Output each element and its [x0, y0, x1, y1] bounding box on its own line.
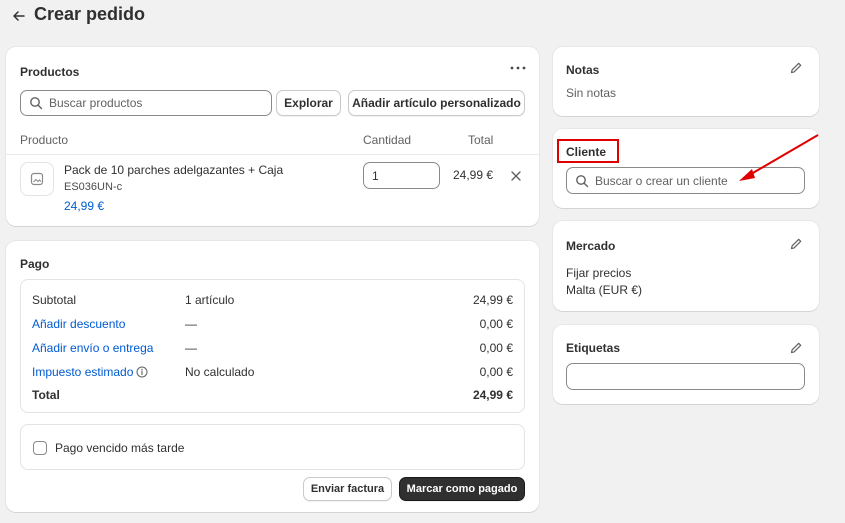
summary-detail-subtotal: 1 artículo	[185, 293, 235, 307]
column-header-product: Producto	[20, 133, 69, 147]
product-thumbnail	[20, 162, 54, 196]
product-sku: ES036UN-c	[64, 181, 123, 193]
back-button[interactable]	[10, 7, 28, 25]
tags-title: Etiquetas	[566, 341, 621, 355]
market-card: Mercado Fijar precios Malta (EUR €)	[553, 221, 819, 311]
column-header-quantity: Cantidad	[363, 133, 412, 147]
tags-input[interactable]	[566, 363, 805, 390]
search-icon	[576, 174, 589, 187]
line-total: 24,99 €	[453, 168, 494, 182]
summary-label-total: Total	[32, 388, 60, 402]
send-invoice-button[interactable]: Enviar factura	[303, 477, 392, 501]
customer-title: Cliente	[566, 145, 607, 159]
remove-item-button[interactable]	[509, 169, 523, 183]
products-card: Productos Buscar productos Explorar Añad…	[6, 47, 539, 226]
product-name: Pack de 10 parches adelgazantes + Caja	[64, 163, 284, 177]
search-icon	[30, 97, 43, 110]
notes-value: Sin notas	[566, 86, 617, 100]
page-title: Crear pedido	[34, 4, 146, 24]
products-divider	[6, 154, 539, 155]
arrow-left-icon	[13, 11, 25, 21]
summary-label-subtotal: Subtotal	[32, 293, 77, 307]
summary-value-discount: 0,00 €	[479, 317, 513, 331]
pencil-icon	[790, 342, 802, 354]
pay-later-label[interactable]: Pago vencido más tarde	[55, 441, 184, 455]
edit-tags-button[interactable]	[789, 341, 803, 355]
market-region: Malta (EUR €)	[566, 283, 643, 297]
add-custom-item-button[interactable]: Añadir artículo personalizado	[348, 90, 525, 116]
summary-value-shipping: 0,00 €	[479, 341, 513, 355]
product-search-input[interactable]: Buscar productos	[20, 90, 272, 116]
payment-title: Pago	[20, 257, 50, 271]
add-discount-link[interactable]: Añadir descuento	[32, 317, 125, 331]
estimated-tax-link[interactable]: Impuesto estimado	[32, 365, 148, 379]
pay-later-box: Pago vencido más tarde	[20, 424, 525, 470]
summary-value-tax: 0,00 €	[479, 365, 513, 379]
edit-market-button[interactable]	[789, 237, 803, 251]
estimated-tax-label: Impuesto estimado	[32, 365, 134, 379]
add-shipping-link[interactable]: Añadir envío o entrega	[32, 341, 153, 355]
notes-card: Notas Sin notas	[553, 47, 819, 116]
quantity-input[interactable]: 1	[363, 162, 440, 189]
pencil-icon	[790, 238, 802, 250]
edit-notes-button[interactable]	[789, 61, 803, 75]
mark-as-paid-button[interactable]: Marcar como pagado	[399, 477, 525, 501]
summary-detail-discount: —	[185, 317, 197, 331]
product-price-link[interactable]: 24,99 €	[64, 199, 104, 213]
market-pricing: Fijar precios	[566, 266, 632, 280]
payment-card: Pago Subtotal 1 artículo 24,99 € Añadir …	[6, 241, 539, 512]
summary-value-subtotal: 24,99 €	[472, 293, 513, 307]
browse-button[interactable]: Explorar	[276, 90, 341, 116]
info-icon[interactable]	[136, 366, 148, 378]
summary-value-total: 24,99 €	[472, 388, 513, 402]
market-title: Mercado	[566, 239, 616, 253]
products-title: Productos	[20, 65, 80, 79]
summary-detail-tax: No calculado	[185, 365, 255, 379]
payment-summary-box: Subtotal 1 artículo 24,99 € Añadir descu…	[20, 279, 525, 413]
column-header-total: Total	[468, 133, 494, 147]
more-options-button[interactable]	[508, 61, 528, 75]
pay-later-checkbox[interactable]	[33, 441, 47, 455]
tags-card: Etiquetas	[553, 325, 819, 404]
customer-search-placeholder: Buscar o crear un cliente	[595, 173, 728, 188]
summary-detail-shipping: —	[185, 341, 197, 355]
notes-title: Notas	[566, 63, 600, 77]
image-placeholder-icon	[30, 172, 44, 186]
ellipsis-icon	[510, 66, 526, 70]
pencil-icon	[790, 62, 802, 74]
annotation-arrow	[739, 134, 819, 181]
product-search-placeholder: Buscar productos	[49, 96, 143, 110]
close-icon	[511, 171, 521, 181]
